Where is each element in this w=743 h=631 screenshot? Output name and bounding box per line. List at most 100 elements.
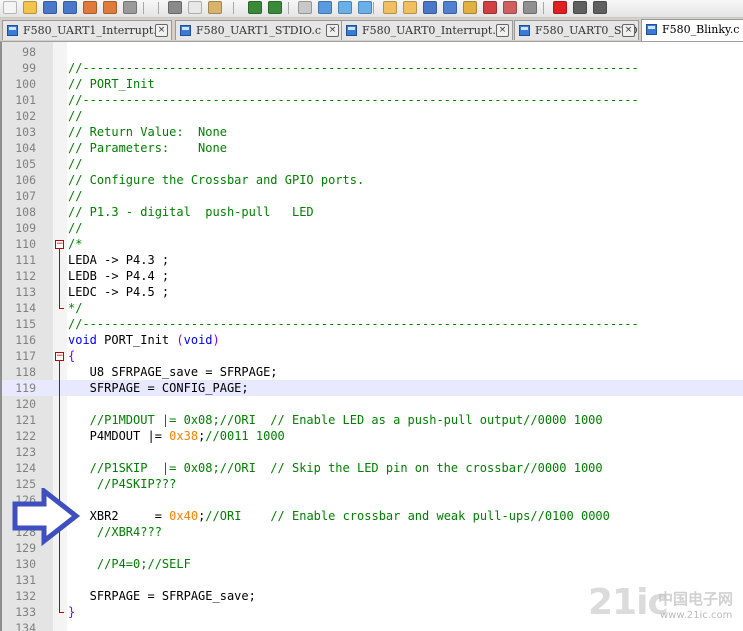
fold-toggle-icon[interactable]: − [55, 240, 64, 249]
line-code[interactable]: //P1MDOUT |= 0x08;//ORI // Enable LED as… [68, 412, 603, 428]
line-code[interactable]: U8 SFRPAGE_save = SFRPAGE; [68, 364, 278, 380]
line-code[interactable]: // Return Value: None [68, 124, 227, 140]
line-code[interactable]: // [68, 108, 82, 124]
close-tab-icon[interactable]: × [326, 24, 339, 37]
fold-toggle-icon[interactable]: − [55, 352, 64, 361]
user-language-icon[interactable] [483, 1, 497, 14]
function-list-icon[interactable] [523, 1, 537, 14]
code-line[interactable]: 110 /* [2, 236, 743, 252]
code-line[interactable]: 127 XBR2 = 0x40;//ORI // Enable crossbar… [2, 508, 743, 524]
line-code[interactable]: // [68, 220, 82, 236]
line-code[interactable]: LEDB -> P4.4 ; [68, 268, 169, 284]
line-code[interactable]: { [68, 348, 75, 364]
code-line[interactable]: 112 LEDB -> P4.4 ; [2, 268, 743, 284]
line-code[interactable]: //P1SKIP |= 0x08;//ORI // Skip the LED p… [68, 460, 603, 476]
line-code[interactable]: P4MDOUT |= 0x38;//0011 1000 [68, 428, 285, 444]
close-tab-icon[interactable]: × [622, 24, 635, 37]
line-code[interactable]: void PORT_Init (void) [68, 332, 220, 348]
code-editor[interactable]: 98 99 //----------------------------------… [0, 42, 743, 631]
code-line[interactable]: 103 // Return Value: None [2, 124, 743, 140]
sync-horizontal-icon[interactable] [403, 1, 417, 14]
cut-icon[interactable] [168, 1, 182, 14]
close-icon[interactable] [83, 1, 97, 14]
tab-file[interactable]: F580_Blinky.c [641, 19, 743, 41]
close-tab-icon[interactable]: × [496, 24, 509, 37]
line-code[interactable]: //XBR4??? [68, 524, 162, 540]
code-line[interactable]: 121 //P1MDOUT |= 0x08;//ORI // Enable LE… [2, 412, 743, 428]
code-line[interactable]: 118 U8 SFRPAGE_save = SFRPAGE; [2, 364, 743, 380]
code-line[interactable]: 107 // [2, 188, 743, 204]
indent-guide-icon[interactable] [463, 1, 477, 14]
code-line[interactable]: 130 //P4=0;//SELF [2, 556, 743, 572]
code-line[interactable]: 128 //XBR4??? [2, 524, 743, 540]
stop-macro-icon[interactable] [573, 1, 587, 14]
code-line[interactable]: 108 // P1.3 - digital push-pull LED [2, 204, 743, 220]
line-code[interactable]: LEDC -> P4.5 ; [68, 284, 169, 300]
save-icon[interactable] [43, 1, 57, 14]
tab-file[interactable]: F580_UART1_STDIO.c × [175, 20, 343, 40]
code-line[interactable]: 114 */ [2, 300, 743, 316]
line-code[interactable]: //P4SKIP??? [68, 476, 176, 492]
code-line[interactable]: 122 P4MDOUT |= 0x38;//0011 1000 [2, 428, 743, 444]
tab-file[interactable]: F580_UART0_STDIO.c× [514, 20, 639, 40]
line-code[interactable]: LEDA -> P4.3 ; [68, 252, 169, 268]
undo-icon[interactable] [248, 1, 262, 14]
code-line[interactable]: 129 [2, 540, 743, 556]
code-line[interactable]: 119 SFRPAGE = CONFIG_PAGE; [2, 380, 743, 396]
code-line[interactable]: 125 //P4SKIP??? [2, 476, 743, 492]
zoom-in-icon[interactable] [338, 1, 352, 14]
line-code[interactable]: //--------------------------------------… [68, 316, 639, 332]
code-line[interactable]: 126 [2, 492, 743, 508]
line-code[interactable]: //--------------------------------------… [68, 92, 639, 108]
save-all-icon[interactable] [63, 1, 77, 14]
line-code[interactable]: SFRPAGE = SFRPAGE_save; [68, 588, 256, 604]
code-line[interactable]: 113 LEDC -> P4.5 ; [2, 284, 743, 300]
copy-icon[interactable] [188, 1, 202, 14]
code-line[interactable]: 117 { [2, 348, 743, 364]
line-code[interactable]: // PORT_Init [68, 76, 155, 92]
line-code[interactable]: // [68, 188, 82, 204]
tab-file[interactable]: F580_UART1_Interrupt.c × [2, 20, 172, 40]
code-line[interactable]: 123 [2, 444, 743, 460]
code-line[interactable]: 109 // [2, 220, 743, 236]
code-line[interactable]: 99 //------------------------------------… [2, 60, 743, 76]
new-file-icon[interactable] [3, 1, 17, 14]
sync-scroll-icon[interactable] [383, 1, 397, 14]
code-line[interactable]: 111 LEDA -> P4.3 ; [2, 252, 743, 268]
print-icon[interactable] [123, 1, 137, 14]
code-line[interactable]: 102 // [2, 108, 743, 124]
code-line[interactable]: 115 //-----------------------------------… [2, 316, 743, 332]
replace-icon[interactable] [318, 1, 332, 14]
open-folder-icon[interactable] [23, 1, 37, 14]
line-code[interactable]: // Parameters: None [68, 140, 227, 156]
line-code[interactable]: SFRPAGE = CONFIG_PAGE; [68, 380, 249, 396]
code-line[interactable]: 98 [2, 44, 743, 60]
code-line[interactable]: 116 void PORT_Init (void) [2, 332, 743, 348]
show-all-chars-icon[interactable] [443, 1, 457, 14]
zoom-out-icon[interactable] [358, 1, 372, 14]
code-line[interactable]: 101 //-----------------------------------… [2, 92, 743, 108]
code-line[interactable]: 124 //P1SKIP |= 0x08;//ORI // Skip the L… [2, 460, 743, 476]
close-tab-icon[interactable]: × [155, 24, 168, 37]
code-line[interactable]: 120 [2, 396, 743, 412]
paste-icon[interactable] [208, 1, 222, 14]
find-icon[interactable] [298, 1, 312, 14]
line-code[interactable]: // [68, 156, 82, 172]
code-line[interactable]: 104 // Parameters: None [2, 140, 743, 156]
line-code[interactable]: } [68, 604, 75, 620]
line-code[interactable]: */ [68, 300, 82, 316]
line-code[interactable]: //P4=0;//SELF [68, 556, 191, 572]
line-code[interactable]: //--------------------------------------… [68, 60, 639, 76]
code-line[interactable]: 100 // PORT_Init [2, 76, 743, 92]
line-code[interactable]: XBR2 = 0x40;//ORI // Enable crossbar and… [68, 508, 610, 524]
word-wrap-icon[interactable] [423, 1, 437, 14]
play-macro-icon[interactable] [593, 1, 607, 14]
tab-file[interactable]: F580_UART0_Interrupt.c × [341, 20, 513, 40]
redo-icon[interactable] [268, 1, 282, 14]
record-macro-icon[interactable] [553, 1, 567, 14]
code-line[interactable]: 106 // Configure the Crossbar and GPIO po… [2, 172, 743, 188]
close-all-icon[interactable] [103, 1, 117, 14]
doc-map-icon[interactable] [503, 1, 517, 14]
line-code[interactable]: // Configure the Crossbar and GPIO ports… [68, 172, 364, 188]
code-line[interactable]: 105 // [2, 156, 743, 172]
